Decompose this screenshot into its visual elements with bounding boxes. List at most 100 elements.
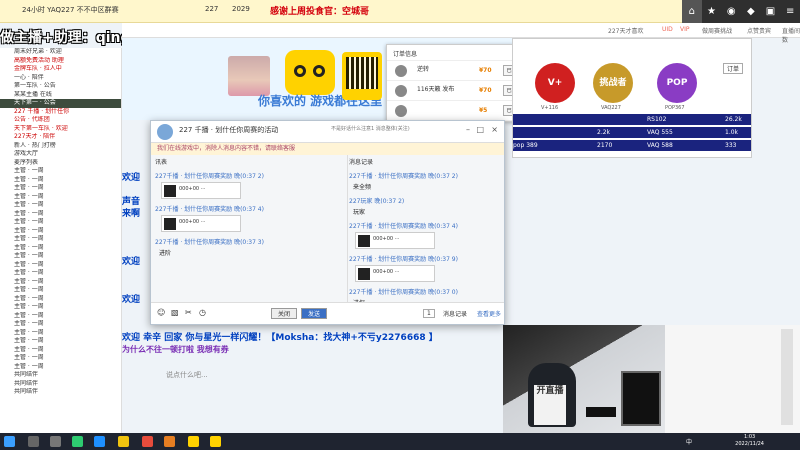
room-count-link[interactable]: 直播间数 bbox=[782, 26, 800, 44]
clock-icon[interactable]: ◷ bbox=[199, 308, 206, 317]
chat-window-titlebar[interactable]: 227 千播 · 划什任你周赛的活动 不是好话什么注意1 消息整体(关注) – … bbox=[151, 121, 504, 143]
uid-badge: UID bbox=[662, 26, 673, 33]
channel-item[interactable]: 周末好兄弟 · 欢迎 bbox=[0, 48, 121, 57]
send-button[interactable]: 发送 bbox=[301, 308, 327, 319]
emoji-icon[interactable]: ☺ bbox=[157, 308, 165, 317]
channel-item[interactable]: 共同结伴 bbox=[0, 371, 121, 380]
more-link[interactable]: 查看更多 bbox=[477, 309, 501, 318]
chat-left-pane: 讯表 227千播 · 划什任你周赛奖励 晚(0:37 2) 000+00 ··· 2… bbox=[155, 157, 345, 305]
public-chat-input[interactable]: 说点什么吧... bbox=[166, 370, 496, 382]
close-icon[interactable]: × bbox=[491, 125, 498, 134]
share-card[interactable]: 000+00 ··· bbox=[161, 182, 241, 199]
scissors-icon[interactable]: ✂ bbox=[185, 308, 192, 317]
channel-item[interactable]: 主管 · 一周 bbox=[0, 295, 121, 304]
weekly-challenge[interactable]: 做周赛挑战 bbox=[702, 26, 732, 35]
channel-item[interactable]: 共同结伴 bbox=[0, 388, 121, 397]
share-card[interactable]: 000+00 ··· bbox=[355, 265, 435, 282]
channel-item[interactable]: 主管 · 一周 bbox=[0, 235, 121, 244]
channel-item[interactable]: 天下第一车队 · 欢迎 bbox=[0, 125, 121, 134]
star-icon[interactable]: ★ bbox=[702, 0, 722, 23]
channel-item[interactable]: 主管 · 一周 bbox=[0, 167, 121, 176]
contact-avatar[interactable] bbox=[157, 124, 173, 140]
channel-item[interactable]: 新人 · 热门打榜 bbox=[0, 142, 121, 151]
qq-icon[interactable] bbox=[94, 436, 105, 447]
rank-row[interactable]: pop 389 2170 VAQ 588 333 bbox=[513, 140, 751, 151]
keyboard bbox=[586, 407, 616, 417]
channel-item[interactable]: 主管 · 一周 bbox=[0, 363, 121, 372]
channel-item[interactable]: 主管 · 一周 bbox=[0, 210, 121, 219]
channel-item[interactable]: 主管 · 一周 bbox=[0, 312, 121, 321]
task-view-icon[interactable] bbox=[50, 436, 61, 447]
channel-item[interactable]: 主管 · 一周 bbox=[0, 303, 121, 312]
channel-item[interactable]: 主管 · 一周 bbox=[0, 227, 121, 236]
order-row[interactable]: 逆转 ¥70 已完成 bbox=[387, 61, 531, 81]
image-icon[interactable]: ▧ bbox=[171, 308, 179, 317]
list-icon[interactable]: ≡ bbox=[780, 0, 800, 23]
gamepad-icon[interactable]: ◉ bbox=[721, 0, 741, 23]
yy-icon[interactable] bbox=[188, 436, 199, 447]
channel-item[interactable]: 一心 · 陪伴 bbox=[0, 74, 121, 83]
channel-item[interactable]: 共同结伴 bbox=[0, 380, 121, 389]
share-card[interactable]: 000+00 ··· bbox=[355, 232, 435, 249]
folder-icon[interactable] bbox=[118, 436, 129, 447]
rank-row[interactable]: 2.2k VAQ 555 1.0k bbox=[513, 127, 751, 138]
channel-item[interactable]: 某某主播 在线 bbox=[0, 91, 121, 100]
home-icon[interactable]: ⌂ bbox=[682, 0, 702, 23]
channel-item[interactable]: 公告 · 代练团 bbox=[0, 116, 121, 125]
channel-item[interactable]: 主管 · 一周 bbox=[0, 252, 121, 261]
channel-item[interactable]: 天下第一 · 公会 bbox=[0, 99, 121, 108]
yy-icon[interactable] bbox=[210, 436, 221, 447]
channel-item[interactable]: 主管 · 一周 bbox=[0, 261, 121, 270]
badge-sub: V+116 bbox=[541, 105, 559, 111]
channel-item[interactable]: 主管 · 一周 bbox=[0, 354, 121, 363]
close-chat-button[interactable]: 关闭 bbox=[271, 308, 297, 319]
wechat-icon[interactable] bbox=[72, 436, 83, 447]
channel-item[interactable]: 麦序列表 bbox=[0, 159, 121, 168]
maximize-icon[interactable]: □ bbox=[476, 125, 484, 134]
channel-item[interactable]: 高额免费活动 助理 bbox=[0, 57, 121, 66]
channel-item[interactable]: 主管 · 一周 bbox=[0, 278, 121, 287]
order-row[interactable]: 116天籁 发布 ¥70 已完成 bbox=[387, 81, 531, 101]
minimize-icon[interactable]: – bbox=[466, 125, 470, 134]
vip-level-badge: V+ bbox=[535, 63, 575, 103]
gift-icon[interactable]: ◆ bbox=[741, 0, 761, 23]
chat-line: 为什么不往一顿打啦 我想有券 bbox=[122, 345, 229, 354]
channel-item[interactable]: 主管 · 一周 bbox=[0, 184, 121, 193]
channel-item[interactable]: 227 千播 · 划什任你 bbox=[0, 108, 121, 117]
browser-icon[interactable] bbox=[142, 436, 153, 447]
user-avatar bbox=[395, 65, 407, 77]
channel-item[interactable]: 主管 · 一周 bbox=[0, 201, 121, 210]
share-card[interactable]: 000+00 ··· bbox=[161, 215, 241, 232]
channel-item[interactable]: 主管 · 一周 bbox=[0, 320, 121, 329]
search-icon[interactable] bbox=[28, 436, 39, 447]
message-header: 227千播 · 划什任你周赛奖励 晚(0:37 4) bbox=[155, 206, 264, 213]
channel-item[interactable]: 主管 · 一周 bbox=[0, 218, 121, 227]
order-tab[interactable]: 订单 bbox=[722, 63, 743, 74]
taskbar: 中 1:03 2022/11/24 bbox=[0, 433, 800, 450]
message-header: 227千播 · 划什任你周赛奖励 晚(0:37 4) bbox=[349, 223, 458, 230]
channel-item[interactable]: 主管 · 一周 bbox=[0, 176, 121, 185]
channel-item[interactable]: 主管 · 一周 bbox=[0, 329, 121, 338]
channel-item[interactable]: 主管 · 一周 bbox=[0, 269, 121, 278]
live-app-icon[interactable] bbox=[164, 436, 175, 447]
start-icon[interactable] bbox=[4, 436, 15, 447]
channel-item[interactable]: 主管 · 一周 bbox=[0, 193, 121, 202]
channel-item[interactable]: 主管 · 一周 bbox=[0, 337, 121, 346]
page-number-field[interactable]: 1 bbox=[423, 309, 435, 318]
pane-title: 讯表 bbox=[155, 159, 168, 166]
rank-row[interactable]: RS102 26.2k bbox=[513, 114, 751, 125]
order-row[interactable]: ¥5 已完成 bbox=[387, 101, 531, 121]
tray-input-method[interactable]: 中 bbox=[686, 437, 692, 446]
likes-link[interactable]: 点赞贵宾 bbox=[747, 26, 771, 35]
channel-item[interactable]: 主管 · 一周 bbox=[0, 286, 121, 295]
monitor bbox=[621, 371, 661, 426]
channel-item[interactable]: 游戏大厅 bbox=[0, 150, 121, 159]
channel-item[interactable]: 金牌车队 · 拉人中 bbox=[0, 65, 121, 74]
viewer-count: 2029 bbox=[232, 5, 250, 13]
clock[interactable]: 1:03 2022/11/24 bbox=[735, 434, 764, 448]
channel-item[interactable]: 第一车队 · 公告 bbox=[0, 82, 121, 91]
channel-item[interactable]: 主管 · 一周 bbox=[0, 244, 121, 253]
bag-icon[interactable]: ▣ bbox=[761, 0, 781, 23]
channel-item[interactable]: 227天才 · 陪伴 bbox=[0, 133, 121, 142]
channel-item[interactable]: 主管 · 一周 bbox=[0, 346, 121, 355]
